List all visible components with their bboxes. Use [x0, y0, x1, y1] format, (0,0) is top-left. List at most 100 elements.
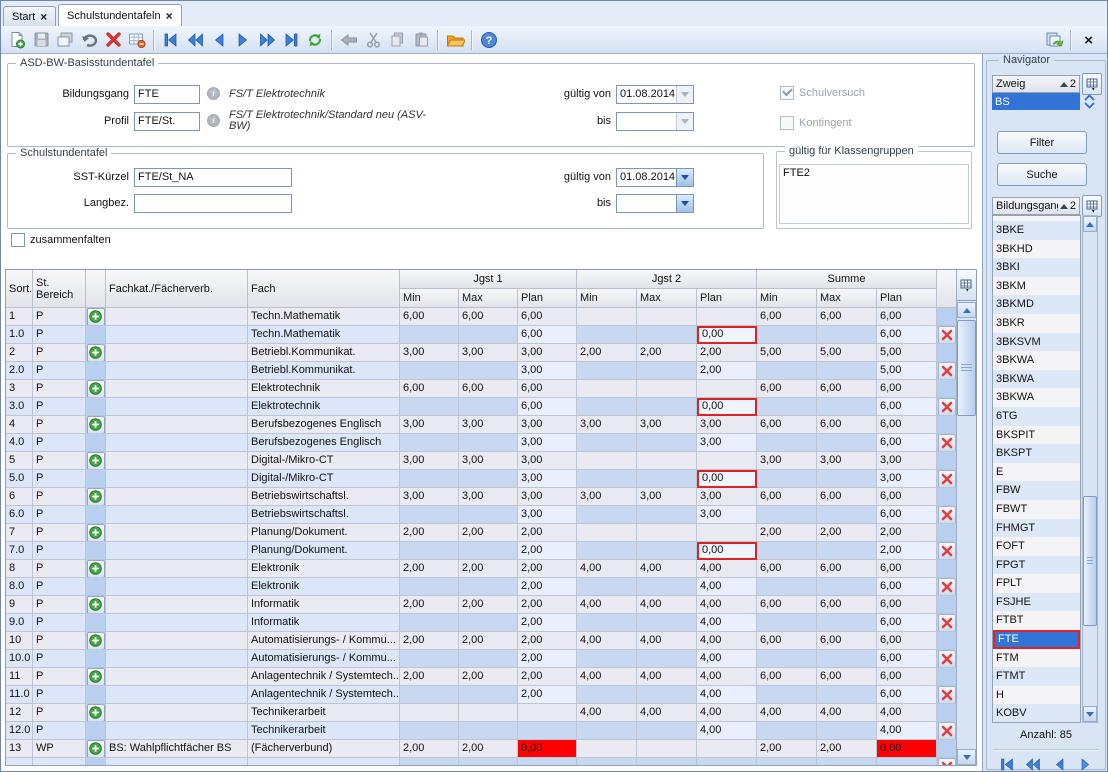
cell-value[interactable]: 3,00 — [518, 434, 577, 452]
cell-add[interactable] — [86, 452, 106, 470]
cell-value[interactable] — [697, 452, 757, 470]
cell-value[interactable]: 3,00 — [459, 452, 518, 470]
delete-row-icon[interactable] — [938, 326, 956, 344]
cell-value[interactable] — [577, 506, 637, 524]
cell-value[interactable] — [817, 578, 877, 596]
cell-value[interactable]: 6,00 — [877, 380, 937, 398]
cell-value[interactable] — [637, 542, 697, 560]
sst-kuerzel-field[interactable]: FTE/St_NA — [134, 168, 292, 187]
folder-open-icon[interactable] — [444, 29, 466, 51]
cell-value[interactable]: 2,00 — [518, 686, 577, 704]
delete-row-icon[interactable] — [938, 542, 956, 560]
cell-add[interactable] — [86, 308, 106, 326]
tab-close-icon[interactable]: × — [40, 12, 47, 22]
add-subrow-icon[interactable] — [87, 416, 105, 434]
add-subrow-icon[interactable] — [87, 740, 105, 758]
cell-value[interactable]: 2,00 — [757, 524, 817, 542]
header-sub[interactable]: Max — [817, 289, 877, 308]
cell-value[interactable]: 2,00 — [400, 632, 459, 650]
cell-value[interactable] — [400, 326, 459, 344]
cell-value[interactable]: 2,00 — [459, 524, 518, 542]
delete-row-icon[interactable] — [938, 362, 956, 380]
sst-bis-combo[interactable] — [616, 194, 694, 213]
cell-value[interactable]: 3,00 — [400, 488, 459, 506]
cell-value[interactable]: 6,00 — [817, 488, 877, 506]
cell-value[interactable]: 4,00 — [697, 686, 757, 704]
nav-prev-fast-icon[interactable] — [1024, 755, 1042, 772]
cell-value[interactable]: 4,00 — [877, 704, 937, 722]
sst-gueltig-von-combo[interactable]: 01.08.2014 — [616, 168, 694, 187]
cell-value[interactable]: 2,00 — [518, 668, 577, 686]
cell-value[interactable] — [817, 398, 877, 416]
chevron-down-icon[interactable] — [676, 169, 693, 186]
nav-next-icon[interactable] — [232, 29, 254, 51]
cell-delete[interactable] — [937, 722, 957, 740]
cell-value[interactable] — [400, 614, 459, 632]
cell-value[interactable] — [697, 524, 757, 542]
delete-row-icon[interactable] — [938, 506, 956, 524]
cell-value[interactable]: 4,00 — [577, 632, 637, 650]
cell-value[interactable]: 0,00 — [697, 542, 757, 560]
cell-value[interactable]: 6,00 — [459, 308, 518, 326]
cell-value[interactable] — [637, 614, 697, 632]
cell-value[interactable] — [577, 722, 637, 740]
cell-value[interactable]: 4,00 — [577, 596, 637, 614]
cell-value[interactable] — [577, 740, 637, 758]
list-item[interactable]: FTMT — [993, 667, 1080, 686]
list-item[interactable]: FPGT — [993, 556, 1080, 575]
cell-value[interactable]: 6,00 — [400, 380, 459, 398]
cell-value[interactable]: 2,00 — [577, 344, 637, 362]
cell-value[interactable] — [577, 524, 637, 542]
table-filter-button[interactable] — [957, 270, 976, 301]
cell-value[interactable] — [577, 398, 637, 416]
refresh-icon[interactable] — [304, 29, 326, 51]
profil-field[interactable]: FTE/St. — [134, 112, 200, 131]
delete-row-icon[interactable] — [938, 614, 956, 632]
cell-value[interactable] — [637, 506, 697, 524]
add-subrow-icon[interactable] — [87, 632, 105, 650]
cell-value[interactable]: 4,00 — [637, 560, 697, 578]
cell-value[interactable]: 3,00 — [518, 362, 577, 380]
cell-value[interactable] — [757, 470, 817, 488]
zweig-filter-button[interactable] — [1082, 73, 1102, 95]
cell-value[interactable] — [400, 362, 459, 380]
cell-value[interactable]: 6,00 — [459, 380, 518, 398]
cell-value[interactable]: 5,00 — [877, 362, 937, 380]
cell-value[interactable] — [577, 614, 637, 632]
list-item[interactable]: KOBV — [993, 704, 1080, 723]
cell-value[interactable]: 6,00 — [518, 398, 577, 416]
cell-value[interactable]: 2,00 — [459, 668, 518, 686]
cell-value[interactable] — [757, 542, 817, 560]
cell-value[interactable] — [757, 686, 817, 704]
cell-value[interactable] — [577, 470, 637, 488]
cell-value[interactable]: 4,00 — [577, 668, 637, 686]
cell-value[interactable]: 6,00 — [877, 650, 937, 668]
cell-value[interactable]: 0,00 — [518, 740, 577, 758]
cell-value[interactable] — [817, 614, 877, 632]
zusammenfalten-checkbox[interactable] — [11, 233, 25, 247]
cell-value[interactable]: 3,00 — [637, 488, 697, 506]
cell-value[interactable]: 4,00 — [637, 632, 697, 650]
cell-value[interactable] — [400, 704, 459, 722]
cell-value[interactable]: 2,00 — [877, 524, 937, 542]
delete-row-icon[interactable] — [938, 722, 956, 740]
cell-value[interactable]: 3,00 — [518, 488, 577, 506]
cell-add[interactable] — [86, 704, 106, 722]
scroll-up-button[interactable] — [957, 302, 976, 318]
cell-value[interactable] — [817, 542, 877, 560]
cell-value[interactable] — [518, 704, 577, 722]
cell-value[interactable] — [577, 308, 637, 326]
cell-delete[interactable] — [937, 506, 957, 524]
cell-value[interactable] — [577, 650, 637, 668]
cell-value[interactable] — [577, 434, 637, 452]
cell-value[interactable] — [697, 308, 757, 326]
cell-value[interactable]: 3,00 — [757, 452, 817, 470]
cell-value[interactable]: 6,00 — [877, 434, 937, 452]
filter-button[interactable]: Filter — [997, 131, 1087, 154]
cell-value[interactable] — [697, 380, 757, 398]
cell-value[interactable] — [637, 452, 697, 470]
list-item[interactable]: 3BKE — [993, 221, 1080, 240]
cell-value[interactable]: 6,00 — [877, 668, 937, 686]
list-item[interactable]: FOFT — [993, 537, 1080, 556]
cell-value[interactable]: 2,00 — [518, 524, 577, 542]
